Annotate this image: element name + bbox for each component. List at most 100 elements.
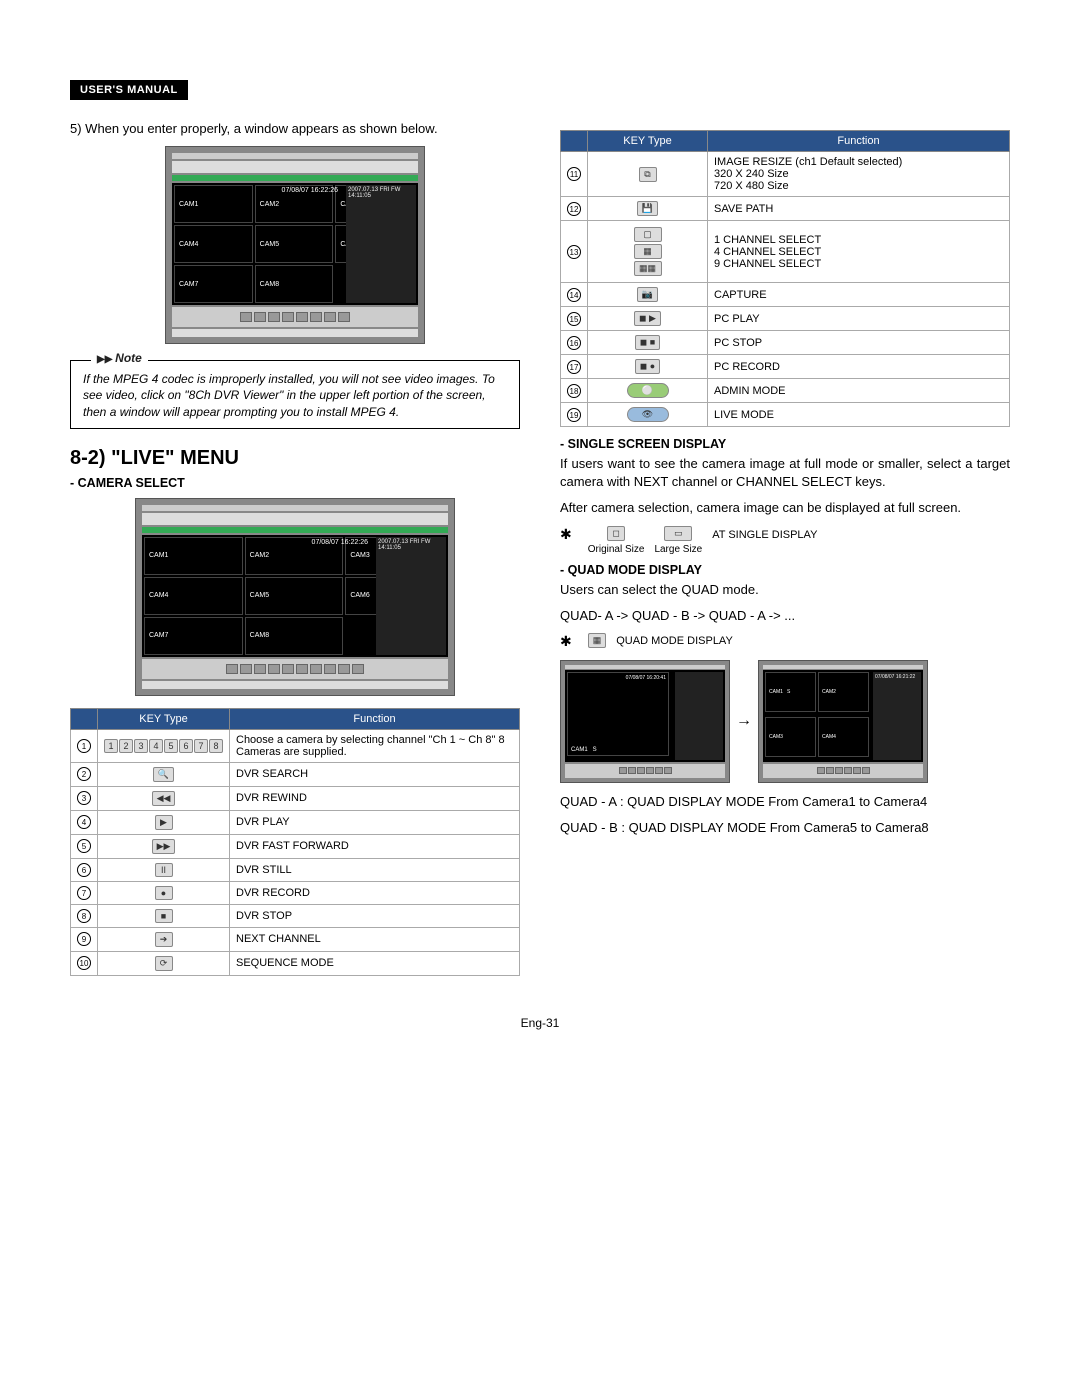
key-icon: ◼ ▶ bbox=[634, 311, 661, 326]
key-icon: ◼ ● bbox=[635, 359, 660, 374]
channel-1-icon: 1 bbox=[104, 739, 118, 753]
row-function: 1 CHANNEL SELECT 4 CHANNEL SELECT 9 CHAN… bbox=[708, 221, 1010, 283]
key-table-right: KEY Type Function 11⧉IMAGE RESIZE (ch1 D… bbox=[560, 130, 1010, 427]
row-number: 8 bbox=[77, 909, 91, 923]
key-icon: ◀◀ bbox=[152, 791, 176, 806]
col-key: KEY Type bbox=[588, 131, 708, 152]
key-table-left: KEY Type Function 112345678Choose a came… bbox=[70, 708, 520, 976]
row-number: 13 bbox=[567, 245, 581, 259]
ch9-select-icon: ▦▦ bbox=[634, 261, 662, 276]
intro-text: 5) When you enter properly, a window app… bbox=[70, 120, 520, 138]
row-number: 5 bbox=[77, 839, 91, 853]
note-label: Note bbox=[91, 351, 148, 365]
label-original: Original Size bbox=[588, 544, 645, 555]
row-number: 7 bbox=[77, 886, 91, 900]
single-p2: After camera selection, camera image can… bbox=[560, 499, 1010, 517]
row-function: CAPTURE bbox=[708, 283, 1010, 307]
star-icon: ✱ bbox=[560, 526, 572, 543]
channel-2-icon: 2 bbox=[119, 739, 133, 753]
table-row: 7 ● DVR RECORD bbox=[71, 881, 520, 904]
two-column-layout: 5) When you enter properly, a window app… bbox=[70, 120, 1010, 986]
subheading-single: SINGLE SCREEN DISPLAY bbox=[560, 437, 1010, 451]
key-icon: ● bbox=[155, 886, 173, 900]
table-row: 12💾SAVE PATH bbox=[561, 197, 1010, 221]
row-number: 17 bbox=[567, 360, 581, 374]
row-function: SAVE PATH bbox=[708, 197, 1010, 221]
label-large: Large Size bbox=[654, 544, 702, 555]
row-number: 19 bbox=[567, 408, 581, 422]
col-num bbox=[71, 708, 98, 729]
row-function: DVR REWIND bbox=[230, 786, 520, 810]
channel-3-icon: 3 bbox=[134, 739, 148, 753]
row-number: 10 bbox=[77, 956, 91, 970]
quad-desc-a: QUAD - A : QUAD DISPLAY MODE From Camera… bbox=[560, 793, 1010, 811]
channel-7-icon: 7 bbox=[194, 739, 208, 753]
row-function: PC PLAY bbox=[708, 307, 1010, 331]
quad-screens-row: 07/08/07 16:20:41 CAM1 S → CAM1 S CAM2 C… bbox=[560, 660, 1010, 783]
row-number: 12 bbox=[567, 202, 581, 216]
col-func: Function bbox=[230, 708, 520, 729]
key-icon: ◼ ■ bbox=[635, 335, 660, 350]
quad-p2: QUAD- A -> QUAD - B -> QUAD - A -> ... bbox=[560, 607, 1010, 625]
table-row: 18⚪ADMIN MODE bbox=[561, 379, 1010, 403]
section-title: 8-2) "LIVE" MENU bbox=[70, 447, 520, 470]
header-bar: USER'S MANUAL bbox=[70, 80, 188, 100]
single-p1: If users want to see the camera image at… bbox=[560, 455, 1010, 491]
row-number: 3 bbox=[77, 791, 91, 805]
single-display-text: AT SINGLE DISPLAY bbox=[712, 526, 817, 541]
screenshot-timestamp: 07/08/07 16:22:26 bbox=[282, 187, 338, 194]
key-icon: ⟳ bbox=[155, 956, 173, 971]
cam-cell: CAM7 bbox=[174, 265, 253, 303]
screenshot-side-panel: 2007.07.13 FRI FW 14:11:05 bbox=[346, 185, 416, 303]
note-text: If the MPEG 4 codec is improperly instal… bbox=[83, 371, 507, 420]
left-column: 5) When you enter properly, a window app… bbox=[70, 120, 520, 986]
table-row: 5▶▶DVR FAST FORWARD bbox=[71, 834, 520, 858]
row-function: ADMIN MODE bbox=[708, 379, 1010, 403]
row-number: 4 bbox=[77, 815, 91, 829]
row-function: IMAGE RESIZE (ch1 Default selected) 320 … bbox=[708, 152, 1010, 197]
arrow-icon: → bbox=[730, 712, 758, 730]
channel-4-icon: 4 bbox=[149, 739, 163, 753]
row-number: 6 bbox=[77, 863, 91, 877]
single-display-row: ✱ ◻ Original Size ▭ Large Size AT SINGLE… bbox=[560, 526, 1010, 555]
ch1-select-icon: ▢ bbox=[634, 227, 662, 242]
row-number: 2 bbox=[77, 767, 91, 781]
table-row: 9➔NEXT CHANNEL bbox=[71, 927, 520, 951]
table-row: 112345678Choose a camera by selecting ch… bbox=[71, 729, 520, 762]
channel-6-icon: 6 bbox=[179, 739, 193, 753]
table-row: 16◼ ■PC STOP bbox=[561, 331, 1010, 355]
quad-a-screenshot: 07/08/07 16:20:41 CAM1 S bbox=[560, 660, 730, 783]
quad-mode-icon: ▦ bbox=[588, 633, 607, 648]
key-icon: II bbox=[155, 863, 173, 877]
table-row: 6 II DVR STILL bbox=[71, 858, 520, 881]
screenshot-main: 07/08/07 16:22:26 2007.07.13 FRI FW 14:1… bbox=[165, 146, 425, 344]
key-icon: ➔ bbox=[155, 932, 173, 947]
row-function: LIVE MODE bbox=[708, 403, 1010, 427]
table-row: 2🔍DVR SEARCH bbox=[71, 762, 520, 786]
live-mode-icon: 👁 bbox=[627, 407, 669, 422]
key-icon: 🔍 bbox=[153, 767, 174, 782]
row-function: DVR STILL bbox=[230, 858, 520, 881]
col-key: KEY Type bbox=[98, 708, 230, 729]
row-function: DVR FAST FORWARD bbox=[230, 834, 520, 858]
quad-p1: Users can select the QUAD mode. bbox=[560, 581, 1010, 599]
cam-cell: CAM8 bbox=[255, 265, 334, 303]
channel-8-icon: 8 bbox=[209, 739, 223, 753]
quad-icon-label: QUAD MODE DISPLAY bbox=[616, 633, 733, 647]
row-function: PC RECORD bbox=[708, 355, 1010, 379]
note-box: Note If the MPEG 4 codec is improperly i… bbox=[70, 360, 520, 429]
row-number: 18 bbox=[567, 384, 581, 398]
col-num bbox=[561, 131, 588, 152]
table-row: 3 ◀◀ DVR REWIND bbox=[71, 786, 520, 810]
key-icon: ■ bbox=[155, 909, 173, 923]
row-function: DVR PLAY bbox=[230, 810, 520, 834]
cam-cell: CAM5 bbox=[255, 225, 334, 263]
table-row: 4▶DVR PLAY bbox=[71, 810, 520, 834]
star-icon: ✱ bbox=[560, 633, 572, 650]
row-function: SEQUENCE MODE bbox=[230, 951, 520, 975]
cam-cell: CAM1 bbox=[174, 185, 253, 223]
row-function: DVR RECORD bbox=[230, 881, 520, 904]
table-row: 10 ⟳ SEQUENCE MODE bbox=[71, 951, 520, 975]
quad-icon-row: ✱ ▦ QUAD MODE DISPLAY bbox=[560, 633, 1010, 650]
row-number: 11 bbox=[567, 167, 581, 181]
